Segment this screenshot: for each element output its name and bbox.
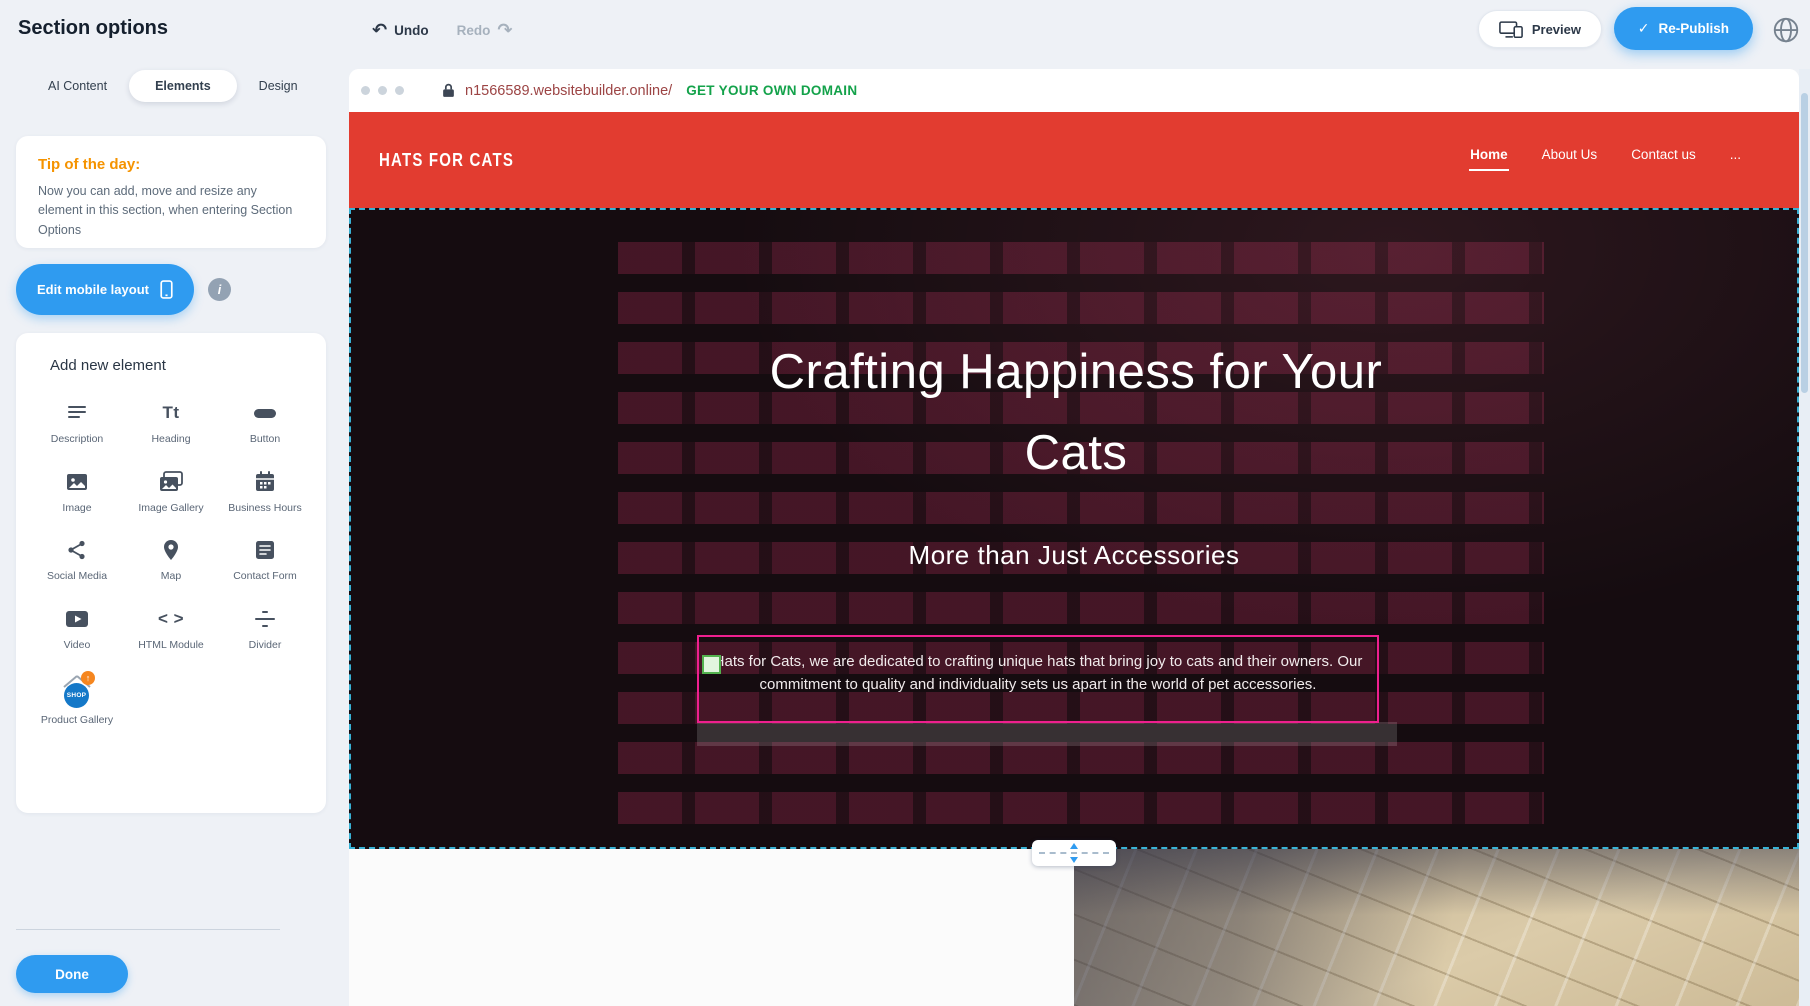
undo-label: Undo	[394, 23, 429, 38]
element-product-gallery[interactable]: SHOP ↑ Product Gallery	[30, 663, 124, 734]
share-icon	[65, 535, 89, 565]
window-dot	[395, 86, 404, 95]
divider-icon	[253, 604, 277, 634]
redo-button[interactable]: Redo ↷	[457, 21, 513, 39]
edit-mobile-layout-button[interactable]: Edit mobile layout	[16, 264, 194, 315]
site-header: HATS FOR CATS Home About Us Contact us .…	[349, 112, 1799, 208]
map-pin-icon	[159, 535, 183, 565]
globe-icon	[1771, 15, 1801, 45]
site-url: n1566589.websitebuilder.online/	[465, 83, 672, 99]
element-video[interactable]: Video	[30, 594, 124, 659]
resize-arrow-up-icon	[1070, 843, 1078, 849]
element-social-media[interactable]: Social Media	[30, 525, 124, 590]
element-description[interactable]: Description	[30, 388, 124, 453]
devices-icon	[1499, 21, 1523, 38]
redo-icon: ↷	[497, 21, 512, 39]
image-gallery-icon	[158, 467, 184, 497]
code-icon: < >	[158, 604, 184, 634]
tip-body: Now you can add, move and resize any ele…	[38, 182, 304, 240]
tab-elements[interactable]: Elements	[129, 70, 237, 102]
resize-arrow-down-icon	[1070, 857, 1078, 863]
element-button[interactable]: Button	[218, 388, 312, 453]
republish-label: Re-Publish	[1658, 21, 1729, 36]
element-contact-form[interactable]: Contact Form	[218, 525, 312, 590]
element-grid: Description Tt Heading Button Image	[30, 388, 312, 733]
calendar-icon	[253, 467, 277, 497]
hero-subtitle[interactable]: More than Just Accessories	[351, 540, 1797, 571]
tab-design[interactable]: Design	[241, 70, 316, 102]
form-icon	[253, 535, 277, 565]
nav-home[interactable]: Home	[1468, 141, 1510, 168]
language-globe-button[interactable]	[1767, 11, 1805, 49]
scrollbar-thumb[interactable]	[1801, 93, 1808, 393]
video-icon	[64, 604, 90, 634]
undo-button[interactable]: ↶ Undo	[372, 21, 429, 39]
element-image-gallery[interactable]: Image Gallery	[124, 457, 218, 522]
pavement-photo-image	[1074, 849, 1799, 1006]
hero-title[interactable]: Crafting Happiness for Your Cats	[766, 332, 1386, 495]
history-controls: ↶ Undo Redo ↷	[372, 15, 512, 45]
redo-label: Redo	[457, 23, 491, 38]
preview-button[interactable]: Preview	[1478, 10, 1602, 48]
get-domain-link[interactable]: GET YOUR OWN DOMAIN	[686, 83, 857, 98]
add-element-title: Add new element	[30, 357, 312, 374]
element-heading[interactable]: Tt Heading	[124, 388, 218, 453]
undo-icon: ↶	[372, 21, 387, 39]
element-map[interactable]: Map	[124, 525, 218, 590]
description-icon	[65, 398, 89, 428]
next-section	[349, 849, 1799, 1006]
republish-button[interactable]: ✓ Re-Publish	[1614, 7, 1753, 50]
tip-card: Tip of the day: Now you can add, move an…	[16, 136, 326, 248]
done-button[interactable]: Done	[16, 955, 128, 993]
heading-icon: Tt	[162, 398, 179, 428]
shop-badge: SHOP	[64, 683, 89, 708]
element-business-hours[interactable]: Business Hours	[218, 457, 312, 522]
scrollbar[interactable]	[1799, 69, 1810, 1006]
add-element-panel: Add new element Description Tt Heading B…	[16, 333, 326, 813]
tab-ai-content[interactable]: AI Content	[30, 70, 125, 102]
product-gallery-icon: SHOP ↑	[58, 673, 96, 709]
drag-handle[interactable]	[702, 655, 721, 674]
tip-title: Tip of the day:	[38, 156, 304, 173]
element-image[interactable]: Image	[30, 457, 124, 522]
window-controls	[361, 86, 404, 95]
hero-section[interactable]: Crafting Happiness for Your Cats More th…	[349, 208, 1799, 849]
selection-shadow	[697, 722, 1397, 746]
preview-label: Preview	[1532, 22, 1581, 37]
resize-dashed-line	[1039, 852, 1109, 854]
element-divider[interactable]: Divider	[218, 594, 312, 659]
info-icon[interactable]: i	[208, 278, 231, 301]
browser-chrome: n1566589.websitebuilder.online/ GET YOUR…	[349, 69, 1799, 112]
nav-about-us[interactable]: About Us	[1540, 141, 1600, 168]
site-logo[interactable]: HATS FOR CATS	[379, 102, 514, 217]
site-nav: Home About Us Contact us ...	[1468, 112, 1743, 196]
phone-icon	[160, 280, 173, 299]
window-dot	[378, 86, 387, 95]
nav-contact-us[interactable]: Contact us	[1629, 141, 1698, 168]
window-dot	[361, 86, 370, 95]
element-html-module[interactable]: < > HTML Module	[124, 594, 218, 659]
check-icon: ✓	[1638, 20, 1650, 37]
lock-icon	[442, 83, 455, 98]
upgrade-badge-icon: ↑	[81, 671, 95, 685]
edit-mobile-label: Edit mobile layout	[37, 282, 149, 297]
page-title: Section options	[18, 17, 168, 40]
site-preview-window: n1566589.websitebuilder.online/ GET YOUR…	[349, 69, 1799, 1006]
nav-more-menu[interactable]: ...	[1728, 141, 1743, 168]
sidebar-divider	[16, 929, 280, 930]
button-icon	[252, 398, 278, 428]
sidebar-tabs: AI Content Elements Design	[30, 70, 316, 102]
section-resize-handle[interactable]	[1032, 840, 1116, 866]
image-icon	[65, 467, 89, 497]
app: Section options ↶ Undo Redo ↷ Preview ✓ …	[0, 0, 1810, 1006]
selected-text-element[interactable]: Hats for Cats, we are dedicated to craft…	[697, 635, 1379, 723]
hero-paragraph: Hats for Cats, we are dedicated to craft…	[709, 650, 1367, 697]
